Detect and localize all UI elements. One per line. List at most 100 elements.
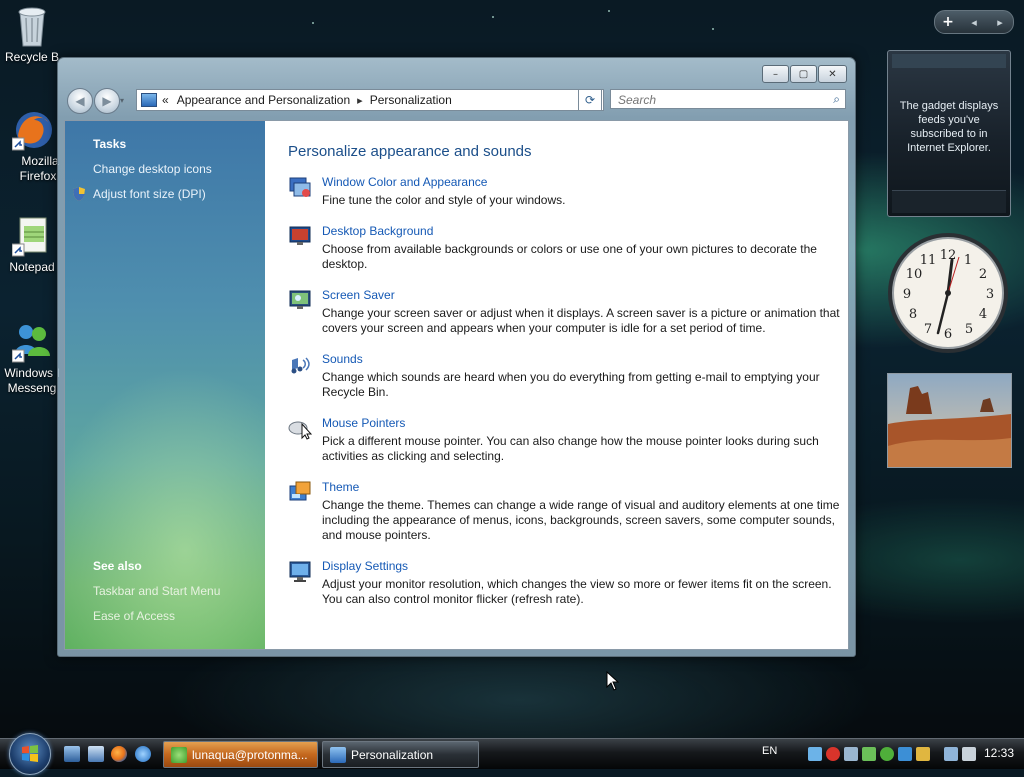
theme-icon [289,481,311,501]
desktop-icon-label: Windows I [4,366,60,380]
tray-icon[interactable] [862,747,876,761]
firefox-icon[interactable] [111,746,127,762]
breadcrumb-personalization[interactable]: Personalization [370,93,452,107]
clock-gadget[interactable]: 12 1 2 3 4 5 6 7 8 9 10 11 [886,230,1010,356]
messenger-icon [11,320,52,364]
clock-number: 10 [906,267,923,282]
desktop-icon-firefox[interactable]: Mozilla Firefox [0,108,64,184]
control-panel-icon [330,746,346,763]
minimize-button[interactable]: – [762,65,789,83]
mouse-pointers-link[interactable]: Mouse Pointers [322,416,405,430]
star [492,16,494,18]
back-button[interactable]: ◀ [67,88,93,114]
mouse-cursor-icon [606,671,620,691]
desktop-icon-messenger[interactable]: Windows I Messeng [0,320,64,396]
volume-icon[interactable] [962,747,976,761]
sounds-link[interactable]: Sounds [322,352,363,366]
clock-number: 6 [944,327,952,342]
item-description: Pick a different mouse pointer. You can … [322,434,819,463]
feed-headlines-gadget[interactable]: The gadget displays feeds you've subscri… [887,50,1011,217]
show-desktop-icon[interactable] [64,746,80,762]
switch-windows-icon[interactable] [88,746,104,762]
search-icon[interactable]: ⌕ [833,92,840,107]
sidebar-gadget-controls: + ◂ ▸ [934,10,1014,34]
uac-shield-icon [73,187,85,201]
item-description: Adjust your monitor resolution, which ch… [322,577,832,606]
star [312,22,314,24]
item-description: Change the theme. Themes can change a wi… [322,498,840,542]
close-button[interactable]: ✕ [818,65,847,83]
window-color-and-appearance-link[interactable]: Window Color and Appearance [322,175,487,189]
caption-buttons: – ▢ ✕ [762,65,847,83]
taskbar-button-label: Personalization [351,747,434,762]
clock-number: 12 [940,248,957,263]
adjust-font-size-link[interactable]: Adjust font size (DPI) [93,187,206,201]
forward-button[interactable]: ▶ [94,88,120,114]
ease-of-access-link[interactable]: Ease of Access [93,609,175,623]
maximize-button[interactable]: ▢ [790,65,817,83]
page-title: Personalize appearance and sounds [288,143,532,160]
refresh-icon: ⟳ [584,93,596,107]
search-box[interactable]: ⌕ [610,89,846,109]
screen-saver-icon [289,290,311,309]
previous-gadget-button[interactable]: ◂ [961,16,987,29]
taskbar-and-start-menu-link[interactable]: Taskbar and Start Menu [93,584,220,598]
item-description: Change which sounds are heard when you d… [322,370,820,399]
desktop-icon-recycle-bin[interactable]: Recycle B [0,4,64,65]
personalization-window: – ▢ ✕ ◀ ▶ ▾ « Appearance and Personaliza… [57,57,856,657]
display-settings-icon [289,561,311,582]
feed-footer-strip [892,190,1006,213]
search-input[interactable] [616,91,820,109]
theme-link[interactable]: Theme [322,480,359,494]
desktop-icon-label: Messeng [7,381,57,395]
tray-icon[interactable] [916,747,930,761]
tray-icon[interactable] [808,747,822,761]
back-arrow-icon: ◀ [75,94,85,108]
network-icon[interactable] [944,747,958,761]
recent-pages-dropdown[interactable]: ▾ [120,96,124,105]
next-gadget-button[interactable]: ▸ [987,16,1013,29]
notepad-icon [11,214,52,258]
taskbar-button-personalization[interactable]: Personalization [322,741,479,768]
add-gadget-button[interactable]: + [935,14,961,30]
taskbar-button-messenger[interactable]: lunaqua@protonma... [163,741,318,768]
clock-number: 7 [924,322,932,337]
display-settings-link[interactable]: Display Settings [322,559,408,573]
start-button[interactable] [9,733,51,775]
address-overflow-chevron[interactable]: « [162,93,169,107]
tray-icon[interactable] [898,747,912,761]
windows-logo-icon [22,745,38,762]
feed-header-strip [892,54,1006,68]
clock-number: 1 [964,253,972,268]
screen-saver-link[interactable]: Screen Saver [322,288,395,302]
clock-number: 5 [965,322,973,337]
desktop-background-link[interactable]: Desktop Background [322,224,433,238]
mouse-pointers-icon [288,421,312,440]
window-color-icon [289,177,311,197]
tray-icon[interactable] [844,747,858,761]
change-desktop-icons-link[interactable]: Change desktop icons [93,162,212,176]
desktop-icon-notepad[interactable]: Notepad [0,214,64,275]
breadcrumb-separator[interactable]: ▸ [357,94,363,107]
clock-number: 9 [903,287,911,302]
clock-time[interactable]: 12:33 [984,746,1014,760]
internet-explorer-icon[interactable] [135,746,151,762]
security-alert-icon[interactable] [826,747,840,761]
messenger-icon [171,746,187,763]
sounds-icon [291,357,310,374]
taskbar: lunaqua@protonma... Personalization EN 1… [0,733,1024,775]
breadcrumb-appearance-and-personalization[interactable]: Appearance and Personalization [177,93,350,107]
clock-number: 11 [920,253,937,268]
desktop-icon-label: Recycle B [4,50,60,64]
star [712,28,714,30]
clock-number: 3 [986,287,994,302]
desktop-background-icon [289,226,311,245]
messenger-status-icon[interactable] [880,747,894,761]
firefox-icon [11,108,52,152]
address-bar[interactable]: « Appearance and Personalization ▸ Perso… [136,89,604,111]
clock-number: 4 [979,307,987,322]
language-indicator[interactable]: EN [762,745,777,757]
slideshow-gadget[interactable] [887,373,1012,468]
refresh-button[interactable]: ⟳ [578,89,602,111]
forward-arrow-icon: ▶ [102,94,112,108]
